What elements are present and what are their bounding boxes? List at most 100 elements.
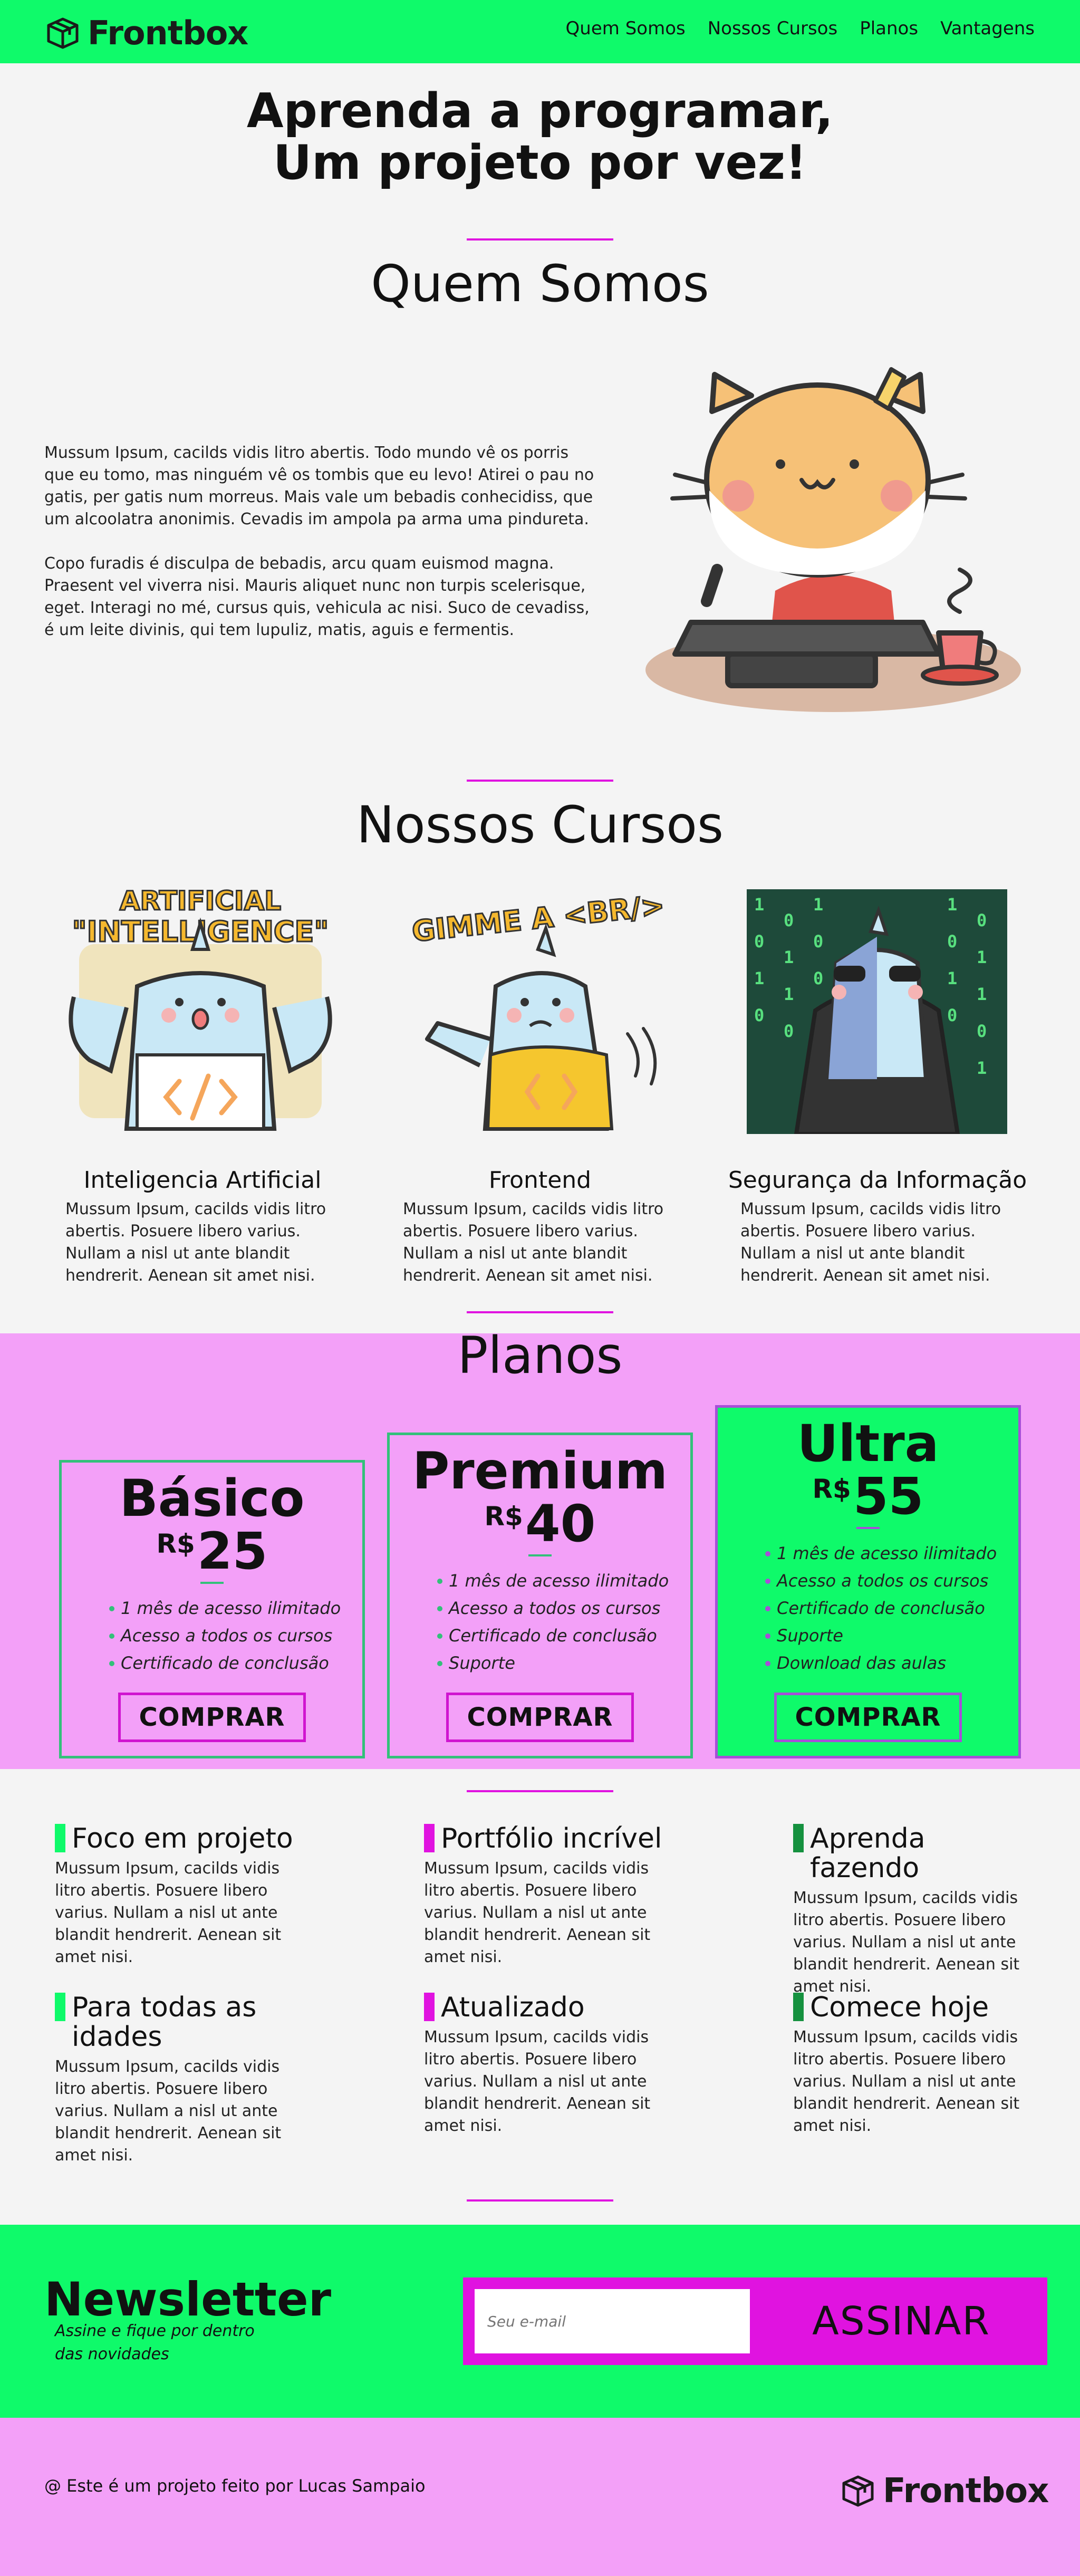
currency-symbol: R$	[484, 1501, 523, 1532]
footer-logo[interactable]: Frontbox	[841, 2472, 1049, 2511]
nav-quem-somos[interactable]: Quem Somos	[566, 18, 686, 39]
plan-feature-list: 1 mês de acesso ilimitado Acesso a todos…	[62, 1594, 362, 1677]
currency-symbol: R$	[156, 1529, 195, 1559]
plan-feature: Certificado de conclusão	[437, 1622, 690, 1649]
svg-text:0: 0	[813, 968, 823, 988]
plan-feature: Suporte	[765, 1622, 1018, 1649]
course-security-illustration: 1010 0110 100 1010 01101	[747, 889, 1007, 1134]
feature-desc: Mussum Ipsum, cacilds vidis litro aberti…	[424, 2028, 651, 2135]
price-separator	[200, 1582, 224, 1584]
plan-card-ultra: Ultra R$ 55 1 mês de acesso ilimitado Ac…	[715, 1405, 1021, 1758]
feature-desc: Mussum Ipsum, cacilds vidis litro aberti…	[793, 2028, 1020, 2135]
course-frontend-illustration: GIMME A <BR/>	[410, 888, 667, 1131]
email-input[interactable]	[475, 2289, 750, 2353]
section-divider	[467, 1790, 613, 1792]
hero-line-2: Um projeto por vez!	[273, 135, 807, 190]
footer-credit: @ Este é um projeto feito por Lucas Samp…	[44, 2476, 426, 2496]
feature-title: Foco em projeto	[72, 1823, 293, 1854]
buy-button-ultra[interactable]: COMPRAR	[774, 1693, 962, 1742]
svg-text:0: 0	[784, 1021, 794, 1041]
newsletter-form: ASSINAR	[463, 2277, 1047, 2365]
section-divider	[467, 780, 613, 782]
box-icon	[842, 2475, 874, 2507]
course-ai-illustration: ARTIFICIAL "INTELLIGENCE"	[69, 885, 332, 1131]
svg-text:1: 1	[977, 947, 987, 967]
feature-item: Comece hoje Mussum Ipsum, cacilds vidis …	[793, 1993, 1036, 2137]
section-divider	[467, 2199, 613, 2202]
feature-accent-bar	[424, 1824, 435, 1852]
course-desc-ai: Mussum Ipsum, cacilds vidis litro aberti…	[65, 1200, 326, 1285]
svg-text:0: 0	[754, 931, 764, 951]
plan-feature: Suporte	[437, 1649, 690, 1677]
svg-text:1: 1	[947, 895, 957, 915]
hero-line-1: Aprenda a programar,	[246, 83, 834, 139]
buy-button-premium[interactable]: COMPRAR	[446, 1693, 634, 1742]
price-amount: 40	[525, 1494, 596, 1553]
feature-accent-bar	[424, 1993, 435, 2021]
newsletter-subtitle: Assine e fique por dentro das novidades	[55, 2322, 255, 2363]
logo-text: Frontbox	[88, 14, 248, 52]
svg-text:0: 0	[754, 1005, 764, 1025]
courses-title: Nossos Cursos	[356, 795, 724, 854]
feature-item: Foco em projeto Mussum Ipsum, cacilds vi…	[55, 1824, 297, 1968]
feature-accent-bar	[55, 1993, 65, 2021]
plan-price: R$ 40	[390, 1497, 690, 1550]
plan-card-basico: Básico R$ 25 1 mês de acesso ilimitado A…	[59, 1460, 365, 1758]
main-nav: Quem Somos Nossos Cursos Planos Vantagen…	[566, 18, 1035, 39]
course-desc-security: Mussum Ipsum, cacilds vidis litro aberti…	[740, 1200, 1001, 1285]
feature-title: Comece hoje	[810, 1992, 989, 2023]
about-title: Quem Somos	[371, 254, 709, 313]
hero-heading: Aprenda a programar, Um projeto por vez!	[0, 85, 1080, 189]
svg-text:1: 1	[754, 895, 764, 915]
plan-feature: Acesso a todos os cursos	[765, 1567, 1018, 1594]
feature-accent-bar	[793, 1824, 804, 1852]
about-paragraph-1: Mussum Ipsum, cacilds vidis litro aberti…	[44, 444, 594, 528]
plan-feature: 1 mês de acesso ilimitado	[765, 1540, 1018, 1567]
svg-text:1: 1	[784, 984, 794, 1004]
nav-planos[interactable]: Planos	[860, 18, 918, 39]
price-amount: 55	[853, 1467, 924, 1526]
logo-text: Frontbox	[883, 2472, 1049, 2511]
plan-feature-list: 1 mês de acesso ilimitado Acesso a todos…	[718, 1540, 1018, 1677]
plan-feature-list: 1 mês de acesso ilimitado Acesso a todos…	[390, 1567, 690, 1677]
feature-title: Para todas as idades	[72, 1992, 257, 2053]
subscribe-button[interactable]: ASSINAR	[767, 2289, 1036, 2353]
price-separator	[528, 1554, 552, 1556]
course-title-security: Segurança da Informação	[728, 1167, 1027, 1194]
price-amount: 25	[197, 1522, 268, 1581]
box-icon	[47, 17, 79, 49]
about-paragraph-2: Copo furadis é disculpa de bebadis, arcu…	[44, 554, 590, 639]
cat-illustration	[645, 367, 1021, 712]
course-title-ai: Inteligencia Artificial	[83, 1167, 322, 1194]
nav-vantagens[interactable]: Vantagens	[940, 18, 1035, 39]
site-header: Frontbox Quem Somos Nossos Cursos Planos…	[0, 0, 1080, 63]
feature-item: Para todas as idades Mussum Ipsum, cacil…	[55, 1993, 297, 2167]
plan-feature: 1 mês de acesso ilimitado	[437, 1567, 690, 1594]
plans-title: Planos	[457, 1326, 623, 1385]
feature-desc: Mussum Ipsum, cacilds vidis litro aberti…	[55, 2058, 282, 2165]
svg-text:1: 1	[784, 947, 794, 967]
newsletter-title: Newsletter	[44, 2272, 332, 2327]
svg-text:0: 0	[947, 1005, 957, 1025]
svg-text:1: 1	[977, 1058, 987, 1078]
svg-text:1: 1	[947, 968, 957, 988]
svg-text:0: 0	[977, 910, 987, 930]
svg-text:0: 0	[813, 931, 823, 951]
plan-feature: Acesso a todos os cursos	[437, 1594, 690, 1622]
plan-feature: Certificado de conclusão	[109, 1649, 362, 1677]
plan-feature: Download das aulas	[765, 1649, 1018, 1677]
ai-sign-text: ARTIFICIAL	[120, 886, 281, 916]
header-logo[interactable]: Frontbox	[45, 14, 248, 52]
plan-name: Premium	[412, 1441, 668, 1501]
svg-text:0: 0	[977, 1021, 987, 1041]
feature-accent-bar	[55, 1824, 65, 1852]
about-text: Mussum Ipsum, cacilds vidis litro aberti…	[44, 442, 603, 664]
section-divider	[467, 1311, 613, 1313]
currency-symbol: R$	[812, 1474, 851, 1504]
nav-nossos-cursos[interactable]: Nossos Cursos	[708, 18, 837, 39]
svg-text:0: 0	[947, 931, 957, 951]
svg-text:1: 1	[977, 984, 987, 1004]
svg-text:0: 0	[784, 910, 794, 930]
buy-button-basico[interactable]: COMPRAR	[118, 1693, 306, 1742]
feature-item: Aprenda fazendo Mussum Ipsum, cacilds vi…	[793, 1824, 1036, 1998]
